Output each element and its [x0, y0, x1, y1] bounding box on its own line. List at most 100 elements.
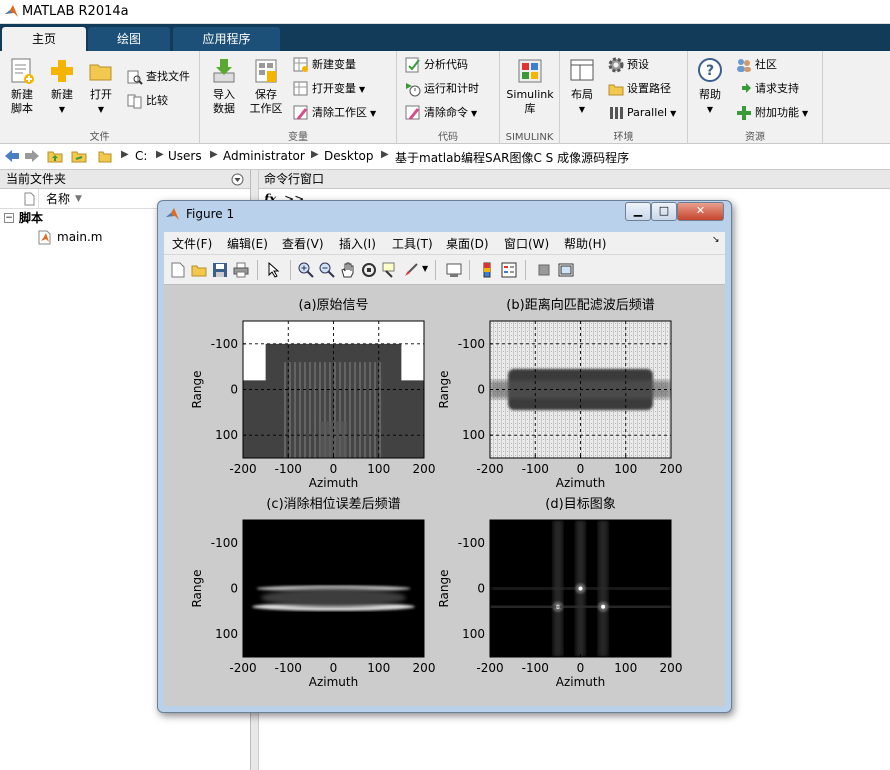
menu-desktop[interactable]: 桌面(D) — [446, 235, 489, 252]
menu-insert[interactable]: 插入(I) — [339, 235, 376, 252]
maximize-button[interactable]: □ — [651, 202, 677, 221]
command-window-header: 命令行窗口 — [259, 170, 890, 189]
path-separator-icon: ▶ — [156, 149, 164, 160]
simulink-library-icon — [518, 59, 542, 83]
path-crumb[interactable]: Desktop — [324, 149, 374, 163]
parallel-button[interactable]: Parallel ▼ — [608, 103, 676, 123]
community-button[interactable]: 社区 — [736, 55, 777, 75]
up-folder-icon[interactable] — [47, 149, 63, 163]
y-tick-label: -100 — [458, 337, 485, 351]
open-variable-icon — [293, 81, 308, 96]
dock-arrow-icon[interactable]: ↘ — [712, 235, 720, 245]
show-plot-tools-icon[interactable] — [558, 262, 574, 278]
path-separator-icon: ▶ — [311, 149, 319, 160]
parallel-label: Parallel — [627, 106, 668, 119]
print-icon[interactable] — [233, 262, 249, 278]
link-plot-icon[interactable] — [446, 262, 462, 278]
toolbar-separator — [435, 260, 436, 280]
y-tick-label: 0 — [230, 383, 238, 397]
y-axis-label: Range — [437, 370, 451, 408]
close-button[interactable]: ✕ — [677, 202, 724, 221]
pointer-icon[interactable] — [266, 262, 282, 278]
zoom-out-icon[interactable] — [319, 262, 335, 278]
clear-workspace-button[interactable]: 清除工作区 ▼ — [293, 103, 376, 123]
x-tick-label: -200 — [229, 661, 256, 675]
menu-tools[interactable]: 工具(T) — [392, 235, 433, 252]
open-button[interactable]: 打开 ▼ — [84, 57, 118, 117]
new-variable-button[interactable]: 新建变量 — [293, 55, 356, 75]
brush-icon[interactable] — [403, 262, 419, 278]
gear-icon — [608, 57, 624, 73]
m-file-icon — [38, 230, 51, 245]
tab-home[interactable]: 主页 — [2, 27, 86, 51]
subplot-4: -200 -100 0 100 200 -100 0 100 (d)目标图象 Azimuth Ran… — [437, 497, 682, 689]
add-ons-icon — [737, 106, 751, 120]
simulink-library-button[interactable]: Simulink 库 — [504, 57, 556, 116]
path-crumb[interactable]: 基于matlab编程SAR图像C S 成像源码程序 — [395, 149, 629, 166]
menu-window[interactable]: 窗口(W) — [504, 235, 549, 252]
new-script-button[interactable]: 新建 脚本 — [4, 57, 40, 116]
y-axis-label: Range — [190, 370, 204, 408]
path-crumb[interactable]: Administrator — [223, 149, 305, 163]
menu-file[interactable]: 文件(F) — [172, 235, 212, 252]
data-cursor-icon[interactable] — [382, 262, 398, 278]
target-point-3 — [601, 604, 606, 609]
tab-plots[interactable]: 绘图 — [88, 27, 170, 51]
y-tick-label: 100 — [462, 428, 485, 442]
collapse-icon[interactable]: − — [4, 213, 14, 223]
path-crumb[interactable]: C: — [135, 149, 147, 163]
new-plus-icon — [51, 60, 73, 82]
path-crumb[interactable]: Users — [168, 149, 202, 163]
panel-actions-icon[interactable] — [231, 173, 244, 186]
layout-button[interactable]: 布局 ▼ — [566, 57, 598, 117]
back-arrow-icon[interactable] — [4, 149, 20, 163]
browse-folder-icon[interactable] — [71, 149, 87, 163]
request-support-button[interactable]: 请求支持 — [736, 79, 799, 99]
set-path-label: 设置路径 — [627, 82, 671, 95]
tab-apps[interactable]: 应用程序 — [173, 27, 280, 51]
y-tick-label: 0 — [477, 582, 485, 596]
new-figure-icon[interactable] — [170, 262, 186, 278]
menu-view[interactable]: 查看(V) — [282, 235, 324, 252]
x-tick-label: -200 — [476, 661, 503, 675]
file-group: 新建 脚本 新建 ▼ 打开 ▼ 查找文件 比较 文件 — [0, 51, 200, 144]
open-variable-button[interactable]: 打开变量 ▼ — [293, 79, 365, 99]
y-tick-label: -100 — [211, 536, 238, 550]
clear-commands-icon — [405, 105, 420, 120]
import-data-button[interactable]: 导入 数据 — [206, 57, 242, 116]
run-and-time-button[interactable]: 运行和计时 — [405, 79, 479, 99]
import-label-1: 导入 — [213, 88, 235, 101]
target-sidelobe-vertical — [598, 520, 609, 657]
clear-workspace-icon — [293, 105, 308, 120]
hide-plot-tools-icon[interactable] — [536, 262, 552, 278]
path-separator-icon: ▶ — [381, 149, 389, 160]
set-path-button[interactable]: 设置路径 — [608, 79, 671, 99]
zoom-in-icon[interactable] — [298, 262, 314, 278]
open-file-icon[interactable] — [191, 262, 207, 278]
forward-arrow-icon[interactable] — [24, 149, 40, 163]
simulink-label-1: Simulink — [506, 88, 554, 101]
preferences-button[interactable]: 预设 — [608, 55, 649, 75]
find-files-button[interactable]: 查找文件 — [127, 67, 190, 87]
new-button[interactable]: 新建 ▼ — [45, 57, 79, 117]
help-button[interactable]: ? 帮助 ▼ — [694, 57, 726, 117]
save-workspace-button[interactable]: 保存 工作区 — [246, 57, 286, 116]
add-ons-dropdown-icon: ▼ — [802, 109, 809, 118]
colorbar-icon[interactable] — [479, 262, 495, 278]
analyze-code-button[interactable]: 分析代码 — [405, 55, 468, 75]
analyze-code-icon — [405, 57, 420, 73]
add-ons-button[interactable]: 附加功能 ▼ — [736, 103, 808, 123]
new-script-icon — [11, 58, 34, 84]
save-icon[interactable] — [212, 262, 228, 278]
clear-commands-button[interactable]: 清除命令 ▼ — [405, 103, 477, 123]
minimize-button[interactable]: ▁ — [625, 202, 651, 221]
compare-button[interactable]: 比较 — [127, 91, 168, 111]
menu-help[interactable]: 帮助(H) — [564, 235, 606, 252]
menu-edit[interactable]: 编辑(E) — [227, 235, 268, 252]
pan-hand-icon[interactable] — [340, 262, 356, 278]
brush-dropdown-icon[interactable]: ▼ — [422, 264, 428, 273]
svg-text:?: ? — [706, 63, 714, 79]
analyze-code-label: 分析代码 — [424, 58, 468, 71]
rotate-3d-icon[interactable] — [361, 262, 377, 278]
legend-icon[interactable] — [501, 262, 517, 278]
